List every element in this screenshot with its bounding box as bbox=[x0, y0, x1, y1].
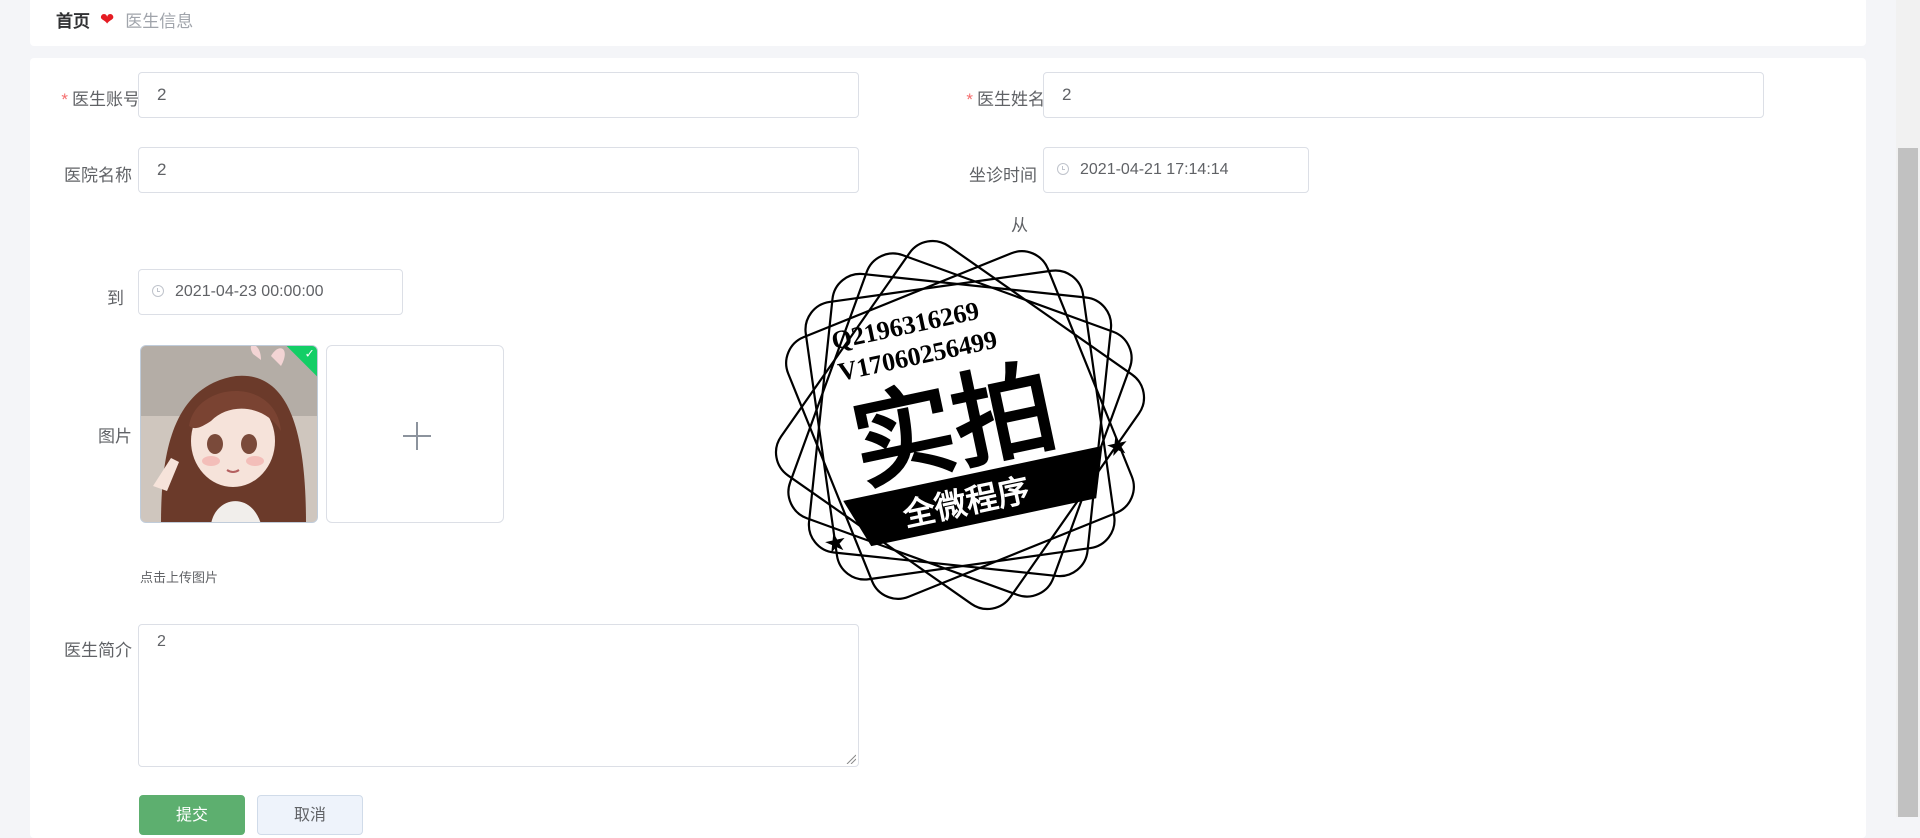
breadcrumb-bar: 首页 ❤ 医生信息 bbox=[30, 0, 1866, 46]
heart-icon: ❤ bbox=[100, 9, 115, 29]
cancel-button[interactable]: 取消 bbox=[257, 795, 363, 835]
image-label: 图片 bbox=[98, 427, 132, 446]
required-mark: * bbox=[61, 90, 68, 109]
account-label: * 医生账号 bbox=[61, 90, 140, 109]
clinic-time-to-input[interactable]: 2021-04-23 00:00:00 bbox=[138, 269, 403, 315]
upload-tip: 点击上传图片 bbox=[140, 570, 219, 585]
name-input[interactable]: 2 bbox=[1043, 72, 1764, 118]
account-input[interactable]: 2 bbox=[138, 72, 859, 118]
image-upload-button[interactable] bbox=[326, 345, 504, 523]
vertical-scrollbar[interactable] bbox=[1896, 0, 1920, 817]
clinic-time-from-input[interactable]: 2021-04-21 17:14:14 bbox=[1043, 147, 1309, 193]
watermark-stamp: Q2196316269 V17060256499 实拍 全微程序 ★ ★ bbox=[774, 239, 1146, 611]
clock-icon bbox=[152, 285, 164, 297]
check-icon: ✓ bbox=[304, 346, 315, 361]
clinic-time-from-value: 2021-04-21 17:14:14 bbox=[1080, 161, 1229, 178]
intro-textarea[interactable]: 2 bbox=[138, 624, 859, 767]
breadcrumb: 首页 ❤ 医生信息 bbox=[56, 7, 193, 32]
clinic-time-to-value: 2021-04-23 00:00:00 bbox=[175, 283, 324, 300]
scrollbar-thumb[interactable] bbox=[1898, 148, 1918, 817]
avatar bbox=[141, 346, 317, 522]
intro-value: 2 bbox=[157, 633, 166, 650]
hospital-input[interactable]: 2 bbox=[138, 147, 859, 193]
clinic-time-label: 坐诊时间 bbox=[969, 166, 1037, 185]
resize-handle-icon[interactable] bbox=[846, 754, 856, 764]
star-icon: ★ bbox=[821, 525, 850, 559]
name-label: * 医生姓名 bbox=[966, 90, 1045, 109]
breadcrumb-home[interactable]: 首页 bbox=[56, 7, 90, 32]
required-mark: * bbox=[966, 90, 973, 109]
clock-icon bbox=[1057, 163, 1069, 175]
to-label: 到 bbox=[107, 289, 124, 308]
hospital-label: 医院名称 bbox=[64, 166, 132, 185]
uploaded-image-thumbnail[interactable]: ✓ bbox=[140, 345, 318, 523]
submit-button[interactable]: 提交 bbox=[139, 795, 245, 835]
intro-label: 医生简介 bbox=[64, 641, 132, 660]
star-icon: ★ bbox=[1103, 429, 1132, 463]
breadcrumb-current: 医生信息 bbox=[125, 12, 194, 31]
plus-icon bbox=[403, 422, 431, 450]
